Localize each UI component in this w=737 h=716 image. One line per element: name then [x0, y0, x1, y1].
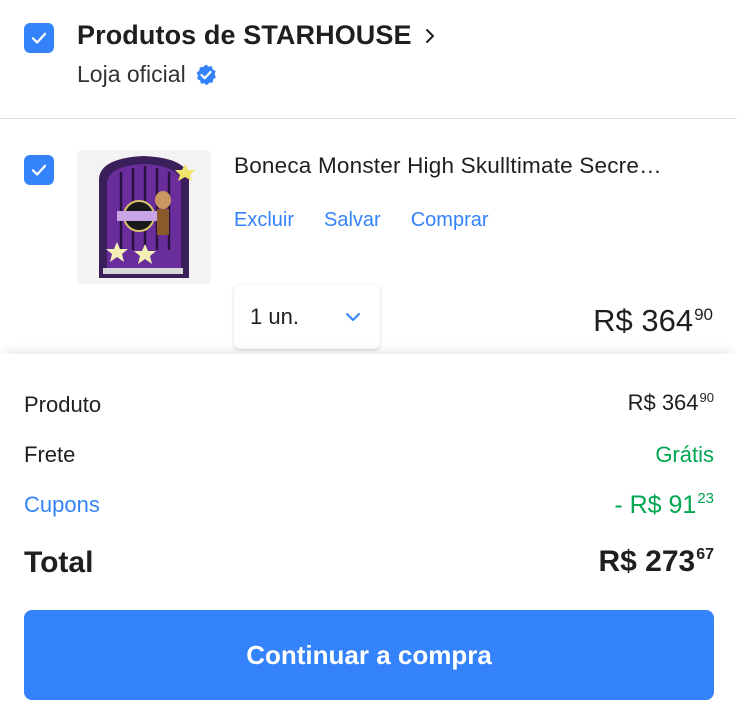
summary-coupons-cents: 23 — [697, 490, 714, 507]
product-title[interactable]: Boneca Monster High Skulltimate Secre… — [234, 153, 714, 179]
product-price-cents: 90 — [694, 305, 713, 324]
product-price-int: R$ 364 — [593, 303, 694, 338]
check-icon — [31, 32, 47, 44]
summary-total-cents: 67 — [696, 546, 714, 563]
seller-checkbox[interactable] — [24, 23, 54, 53]
chevron-right-icon[interactable] — [422, 28, 438, 44]
product-actions: Excluir Salvar Comprar — [234, 209, 489, 232]
summary-product-label: Produto — [24, 392, 102, 417]
summary-total-int: R$ 273 — [598, 545, 696, 578]
summary-product-value: R$ 364 90 — [628, 389, 714, 417]
verified-badge-icon — [196, 64, 216, 85]
divider — [0, 118, 737, 119]
continue-purchase-button[interactable]: Continuar a compra — [24, 610, 714, 700]
buy-link[interactable]: Comprar — [411, 209, 489, 232]
official-store-label: Loja oficial — [77, 61, 186, 87]
quantity-value: 1 un. — [250, 304, 299, 329]
product-checkbox[interactable] — [24, 155, 54, 185]
summary-coupons-value: - R$ 91 23 — [614, 489, 714, 521]
quantity-select[interactable]: 1 un. — [234, 285, 380, 349]
seller-title[interactable]: Produtos de STARHOUSE — [77, 20, 412, 51]
delete-link[interactable]: Excluir — [234, 209, 294, 232]
chevron-down-icon — [346, 313, 360, 321]
check-icon — [31, 164, 47, 176]
coupons-link[interactable]: Cupons — [24, 492, 100, 518]
summary-product-int: R$ 364 — [627, 390, 699, 415]
product-price: R$ 364 90 — [593, 302, 713, 340]
summary-total-value: R$ 273 67 — [598, 544, 714, 580]
summary-total-label: Total — [24, 546, 94, 579]
summary-shipping-value: Grátis — [655, 442, 714, 467]
product-image[interactable] — [77, 150, 211, 284]
save-link[interactable]: Salvar — [324, 209, 381, 232]
seller-header[interactable]: Produtos de STARHOUSE — [77, 20, 438, 51]
official-store-badge: Loja oficial — [77, 61, 218, 88]
summary-shipping-label: Frete — [24, 442, 76, 467]
summary-product-cents: 90 — [699, 390, 714, 405]
summary-coupons-int: - R$ 91 — [614, 491, 697, 519]
